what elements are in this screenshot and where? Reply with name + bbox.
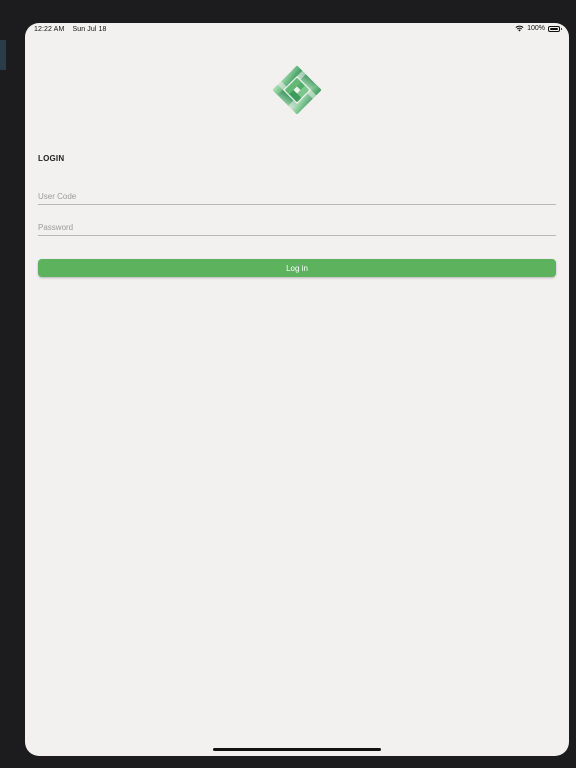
status-bar: 12:22 AM Sun Jul 18 100% bbox=[25, 23, 569, 37]
user-code-field-container bbox=[38, 186, 556, 205]
battery-percentage: 100% bbox=[527, 25, 545, 32]
password-input[interactable] bbox=[38, 219, 556, 236]
status-time: 12:22 AM bbox=[34, 26, 65, 33]
status-time-date: 12:22 AM Sun Jul 18 bbox=[34, 26, 107, 33]
status-date: Sun Jul 18 bbox=[72, 26, 107, 33]
password-field-container bbox=[38, 217, 556, 236]
battery-icon bbox=[548, 25, 562, 32]
device-frame: 12:22 AM Sun Jul 18 100% LOGIN User Code… bbox=[0, 0, 576, 768]
wifi-icon bbox=[515, 25, 524, 32]
user-code-input[interactable] bbox=[38, 188, 556, 205]
battery-fill bbox=[550, 27, 558, 30]
woven-square-logo-icon bbox=[272, 65, 322, 115]
home-indicator[interactable] bbox=[213, 748, 381, 751]
app-screen: 12:22 AM Sun Jul 18 100% LOGIN User Code… bbox=[25, 23, 569, 756]
login-button[interactable]: Log in bbox=[38, 259, 556, 277]
background-window-edge bbox=[0, 40, 6, 70]
status-right: 100% bbox=[515, 25, 562, 32]
login-heading: LOGIN bbox=[38, 154, 65, 163]
